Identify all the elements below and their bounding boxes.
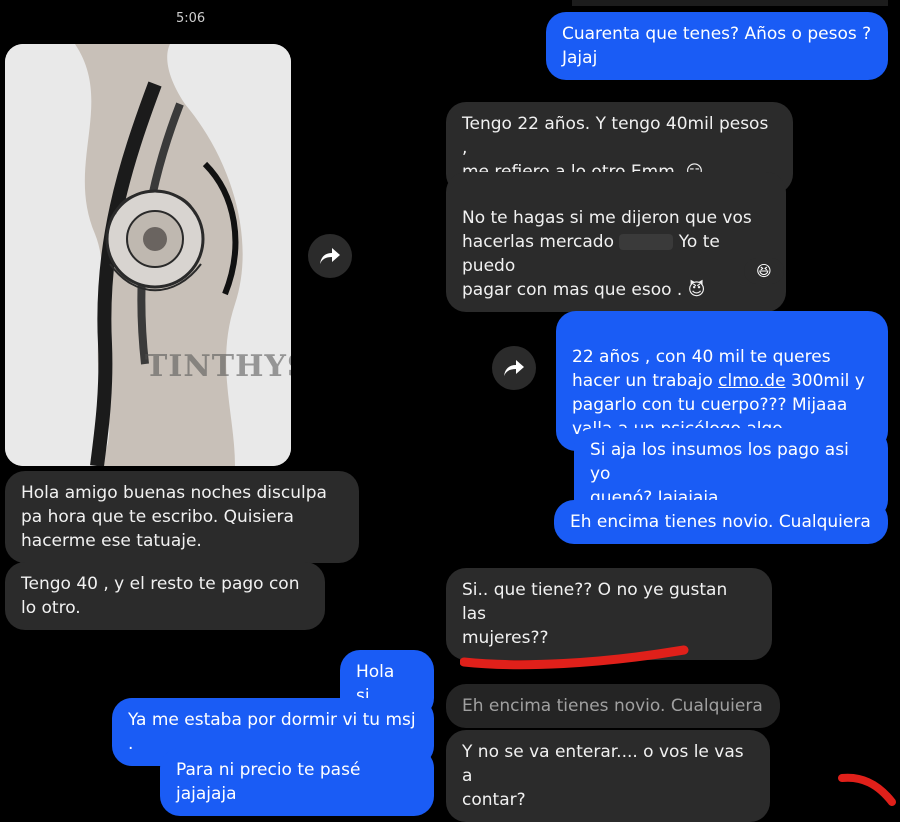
message-link[interactable]: clmo.de (718, 371, 785, 391)
sent-message: Eh encima tienes novio. Cualquiera (554, 500, 888, 544)
red-annotation-mark (838, 773, 896, 806)
forward-arrow-icon (504, 360, 524, 376)
photo-watermark: TINTHYSE (145, 349, 291, 384)
red-annotation-underline (460, 645, 689, 670)
received-message: Eh encima tienes novio. Cualquiera (446, 684, 780, 728)
received-message: Tengo 40 , y el resto te pago con lo otr… (5, 562, 325, 630)
sent-message: Para ni precio te pasé jajajaja (160, 748, 434, 816)
top-strip (572, 0, 888, 6)
forward-button[interactable] (492, 346, 536, 390)
censored-text (619, 234, 674, 250)
forward-button[interactable] (308, 234, 352, 278)
tattoo-photo[interactable]: TINTHYSE (5, 44, 291, 466)
tattoo-illustration (5, 44, 291, 466)
received-message: No te hagas si me dijeron que vos hacerl… (446, 172, 786, 312)
received-message: Y no se va enterar.... o vos le vas a co… (446, 730, 770, 822)
squinting-laugh-emoji: 😆 (756, 262, 772, 280)
message-reaction[interactable]: 😆 (744, 258, 784, 284)
forward-arrow-icon (320, 248, 340, 264)
sent-message: Cuarenta que tenes? Años o pesos ? Jajaj (546, 12, 888, 80)
time-label: 5:06 (176, 11, 206, 26)
received-message: Hola amigo buenas noches disculpa pa hor… (5, 471, 359, 563)
